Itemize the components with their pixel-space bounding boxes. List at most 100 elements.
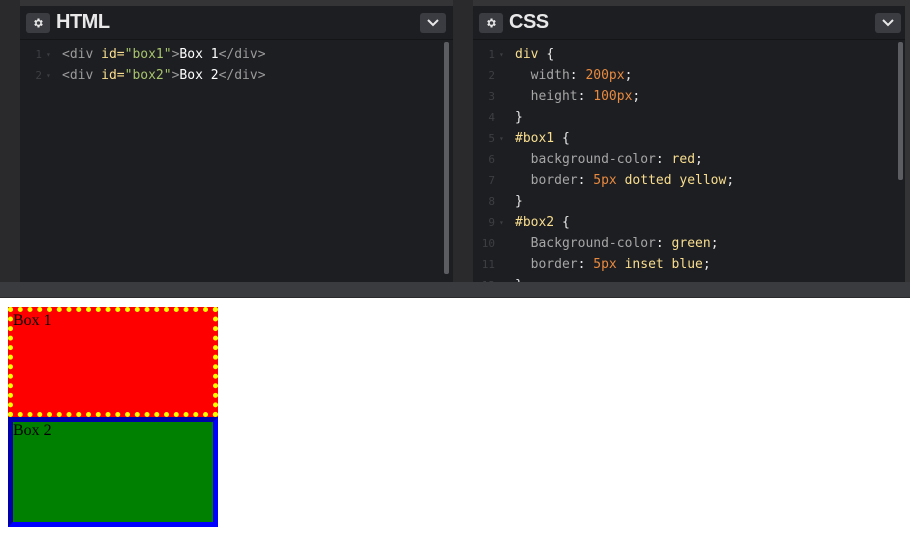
css-settings-button[interactable] — [479, 13, 503, 33]
left-resize-gutter[interactable] — [0, 0, 20, 282]
code-token: 5px — [593, 257, 617, 272]
code-text: <div id="box1">Box 1</div> — [62, 44, 266, 65]
code-line[interactable]: 12} — [473, 275, 905, 282]
code-token: width — [515, 68, 570, 83]
code-token: : — [655, 152, 672, 167]
code-token: { — [561, 131, 570, 146]
code-token: : — [569, 68, 586, 83]
code-text: } — [515, 275, 523, 282]
code-token: { — [546, 47, 555, 62]
css-editor-scrollbar[interactable] — [898, 42, 903, 180]
code-line[interactable]: 5 ▾ #box1 { — [473, 128, 905, 149]
code-token: #box1 — [515, 131, 562, 146]
code-token: { — [561, 215, 570, 230]
code-line[interactable]: 2 width: 200px; — [473, 65, 905, 86]
code-token: border — [515, 257, 578, 272]
fold-arrow-icon[interactable]: ▾ — [499, 128, 504, 149]
code-token: red — [671, 152, 696, 167]
code-text: } — [515, 107, 523, 128]
code-line[interactable]: 2 ▾ <div id="box2">Box 2</div> — [20, 65, 453, 86]
code-line[interactable]: 7 border: 5px dotted yellow; — [473, 170, 905, 191]
editor-area: HTML 1 ▾ <div id="box1">Box 1</div> 2 ▾ <div … — [0, 0, 910, 298]
code-token: 100px — [593, 89, 633, 104]
code-token: Box 1 — [179, 47, 219, 62]
code-token: : — [577, 89, 594, 104]
output-resize-bar[interactable] — [0, 282, 910, 298]
code-token: } — [515, 110, 523, 125]
line-number: 9 — [488, 216, 495, 229]
html-pane-header: HTML — [20, 6, 453, 40]
code-line[interactable]: 1 ▾ <div id="box1">Box 1</div> — [20, 44, 453, 65]
code-token: dotted yellow — [616, 173, 727, 188]
code-text: #box2 { — [515, 212, 570, 233]
code-token: height — [515, 89, 578, 104]
html-editor-scrollbar[interactable] — [444, 42, 449, 274]
line-number: 2 — [35, 69, 42, 82]
code-token: 5px — [593, 173, 617, 188]
line-number: 2 — [488, 69, 495, 82]
line-number: 4 — [488, 111, 495, 124]
code-token: Box 2 — [179, 68, 219, 83]
code-token: 200px — [585, 68, 625, 83]
code-line[interactable]: 1 ▾ div { — [473, 44, 905, 65]
code-token: ; — [632, 89, 641, 104]
chevron-down-icon — [882, 19, 894, 27]
html-editor-pane: HTML 1 ▾ <div id="box1">Box 1</div> 2 ▾ <div … — [20, 6, 453, 282]
line-number: 11 — [481, 258, 495, 271]
css-collapse-button[interactable] — [875, 13, 901, 33]
code-token: ; — [726, 173, 735, 188]
code-text: width: 200px; — [515, 65, 633, 86]
code-token: "box2" — [124, 68, 172, 83]
line-number: 1 — [488, 48, 495, 61]
gear-icon — [487, 18, 496, 28]
code-token: #box2 — [515, 215, 562, 230]
css-editor-pane: CSS 1 ▾ div {2 width: 200px; 3 height: 100p… — [473, 6, 905, 282]
code-line[interactable]: 6 background-color: red; — [473, 149, 905, 170]
code-text: #box1 { — [515, 128, 570, 149]
code-token: border — [515, 173, 578, 188]
code-token: background-color — [515, 152, 656, 167]
code-line[interactable]: 10 Background-color: green; — [473, 233, 905, 254]
code-token: : — [655, 236, 672, 251]
fold-arrow-icon[interactable]: ▾ — [46, 44, 51, 65]
line-number: 7 — [488, 174, 495, 187]
line-number: 12 — [473, 275, 495, 282]
html-collapse-button[interactable] — [420, 13, 446, 33]
css-pane-title: CSS — [509, 11, 549, 33]
code-token: "box1" — [124, 47, 172, 62]
fold-arrow-icon[interactable]: ▾ — [499, 44, 504, 65]
box1-output: Box 1 — [8, 307, 218, 417]
code-line[interactable]: 4} — [473, 107, 905, 128]
line-number: 6 — [488, 153, 495, 166]
line-number: 8 — [488, 195, 495, 208]
code-token: : — [577, 173, 594, 188]
css-pane-header: CSS — [473, 6, 905, 40]
result-preview: Box 1 Box 2 — [0, 298, 910, 549]
code-line[interactable]: 3 height: 100px; — [473, 86, 905, 107]
code-line[interactable]: 9 ▾ #box2 { — [473, 212, 905, 233]
html-settings-button[interactable] — [26, 13, 50, 33]
code-token: id= — [101, 68, 125, 83]
code-text: div { — [515, 44, 554, 65]
code-line[interactable]: 11 border: 5px inset blue; — [473, 254, 905, 275]
code-token: Background-color — [515, 236, 656, 251]
fold-arrow-icon[interactable]: ▾ — [499, 212, 504, 233]
line-number: 1 — [35, 48, 42, 61]
middle-resize-gutter[interactable] — [453, 0, 473, 282]
code-token: ; — [702, 257, 711, 272]
html-code-editor[interactable]: 1 ▾ <div id="box1">Box 1</div> 2 ▾ <div id="b… — [20, 44, 453, 282]
code-text: Background-color: green; — [515, 233, 719, 254]
code-token: <div — [62, 47, 102, 62]
code-token: : — [577, 257, 594, 272]
fold-arrow-icon[interactable]: ▾ — [46, 65, 51, 86]
line-number: 3 — [488, 90, 495, 103]
css-code-editor[interactable]: 1 ▾ div {2 width: 200px; 3 height: 100px; 4}… — [473, 44, 905, 282]
code-token: </div> — [218, 47, 266, 62]
code-text: background-color: red; — [515, 149, 703, 170]
code-token: ; — [710, 236, 719, 251]
code-text: border: 5px inset blue; — [515, 254, 711, 275]
code-token: } — [515, 194, 523, 209]
code-token: ; — [624, 68, 633, 83]
code-line[interactable]: 8} — [473, 191, 905, 212]
code-token: </div> — [218, 68, 266, 83]
